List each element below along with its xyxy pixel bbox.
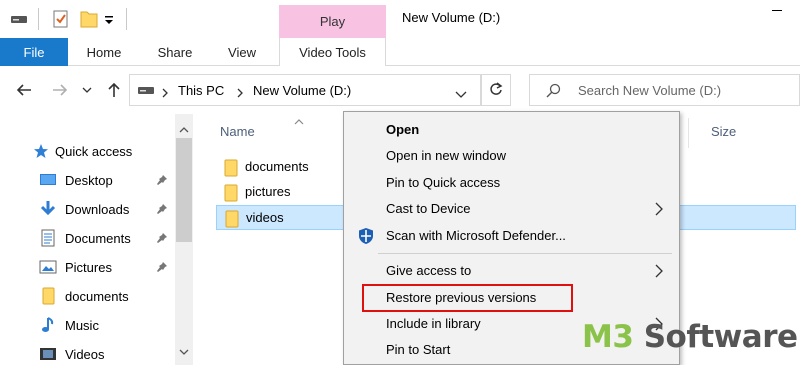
folder-icon <box>39 287 57 305</box>
address-bar[interactable]: This PC New Volume (D:) <box>129 74 481 106</box>
tab-file[interactable]: File <box>0 38 68 66</box>
watermark-part2: Software <box>633 319 798 355</box>
nav-item-downloads[interactable]: Downloads <box>0 195 175 223</box>
menu-item-label: Scan with Microsoft Defender... <box>386 228 566 243</box>
submenu-chevron-icon <box>655 202 663 219</box>
tab-share[interactable]: Share <box>146 38 204 66</box>
breadcrumb-this-pc[interactable]: This PC <box>178 83 224 98</box>
pin-icon[interactable] <box>156 203 168 218</box>
ribbon-tabs: File Home Share View Video Tools <box>0 38 800 67</box>
file-name: pictures <box>245 184 291 199</box>
recent-locations-chevron-icon[interactable] <box>80 80 94 100</box>
drive-icon <box>137 84 155 99</box>
pin-icon[interactable] <box>156 232 168 247</box>
nav-label: Documents <box>65 230 131 246</box>
menu-item-label: Include in library <box>386 316 481 331</box>
desktop-icon <box>39 171 57 189</box>
pin-icon[interactable] <box>156 261 168 276</box>
navigation-pane: Quick access Desktop Downloads Documents <box>0 114 196 365</box>
refresh-button[interactable] <box>481 74 511 106</box>
search-icon <box>545 83 561 102</box>
minimize-icon[interactable] <box>772 10 782 11</box>
nav-item-documents-folder[interactable]: documents <box>0 282 175 310</box>
nav-label: Videos <box>65 346 105 362</box>
menu-item-open-in-new-window[interactable]: Open in new window <box>344 143 679 169</box>
submenu-chevron-icon <box>655 264 663 281</box>
nav-label: Quick access <box>55 143 133 159</box>
nav-item-videos[interactable]: Videos <box>0 340 175 365</box>
up-arrow-icon[interactable] <box>104 80 124 100</box>
folder-icon <box>223 184 239 205</box>
search-box[interactable] <box>529 74 800 106</box>
new-folder-icon[interactable] <box>80 8 98 30</box>
videos-icon <box>39 345 57 363</box>
nav-label: Music <box>65 317 99 333</box>
star-icon <box>32 142 50 160</box>
customize-qat-icon[interactable] <box>103 8 115 30</box>
nav-item-pictures[interactable]: Pictures <box>0 253 175 281</box>
title-bar: Play New Volume (D:) <box>0 0 800 38</box>
folder-icon <box>223 159 239 180</box>
window-title: New Volume (D:) <box>402 10 501 25</box>
contextual-tab-play: Play <box>279 5 386 38</box>
nav-label: documents <box>65 288 129 304</box>
back-arrow-icon[interactable] <box>14 80 34 100</box>
watermark-part1: M3 <box>582 319 634 355</box>
watermark-logo: M3 Software <box>582 322 798 353</box>
nav-label: Downloads <box>65 201 130 217</box>
menu-item-scan-defender[interactable]: Scan with Microsoft Defender... <box>344 223 679 249</box>
file-name: videos <box>246 210 284 225</box>
forward-arrow-icon[interactable] <box>50 80 70 100</box>
pictures-icon <box>39 258 57 276</box>
music-icon <box>39 316 57 334</box>
refresh-icon <box>489 81 503 99</box>
breadcrumb-new-volume[interactable]: New Volume (D:) <box>253 83 351 98</box>
nav-item-music[interactable]: Music <box>0 311 175 339</box>
menu-item-label: Pin to Quick access <box>386 175 501 190</box>
nav-item-desktop[interactable]: Desktop <box>0 166 175 194</box>
menu-item-label: Give access to <box>386 263 472 278</box>
column-header-name[interactable]: Name <box>220 124 255 139</box>
menu-item-label: Pin to Start <box>386 342 451 357</box>
download-icon <box>39 200 57 218</box>
menu-item-pin-to-quick-access[interactable]: Pin to Quick access <box>344 170 679 196</box>
menu-separator <box>378 253 672 254</box>
navigation-bar: This PC New Volume (D:) <box>0 66 800 114</box>
tab-video-tools[interactable]: Video Tools <box>279 38 386 67</box>
qat-separator <box>38 8 39 30</box>
folder-icon <box>224 210 240 231</box>
menu-item-open[interactable]: Open <box>344 117 679 143</box>
column-divider[interactable] <box>688 118 689 148</box>
address-dropdown-chevron-icon[interactable] <box>455 87 467 102</box>
scroll-up-chevron-icon[interactable] <box>179 122 189 137</box>
nav-label: Pictures <box>65 259 112 275</box>
drive-icon[interactable] <box>10 8 28 30</box>
nav-item-quick-access[interactable]: Quick access <box>0 137 175 165</box>
tab-home[interactable]: Home <box>74 38 134 66</box>
pin-icon[interactable] <box>156 174 168 189</box>
menu-item-cast-to-device[interactable]: Cast to Device <box>344 196 679 222</box>
file-name: documents <box>245 159 309 174</box>
breadcrumb-chevron-icon[interactable] <box>161 86 169 101</box>
highlight-annotation-box <box>362 284 573 312</box>
column-header-size[interactable]: Size <box>711 124 736 139</box>
navpane-scrollbar[interactable] <box>175 114 193 365</box>
qat-separator <box>126 8 127 30</box>
menu-item-label: Cast to Device <box>386 201 471 216</box>
documents-icon <box>39 229 57 247</box>
tab-view[interactable]: View <box>214 38 270 66</box>
menu-item-label: Open in new window <box>386 148 506 163</box>
scroll-down-chevron-icon[interactable] <box>179 344 189 359</box>
nav-label: Desktop <box>65 172 113 188</box>
search-input[interactable] <box>578 75 793 105</box>
sort-ascending-icon <box>294 114 304 129</box>
nav-item-documents[interactable]: Documents <box>0 224 175 252</box>
breadcrumb-chevron-icon[interactable] <box>236 86 244 101</box>
menu-item-label: Open <box>386 122 420 137</box>
properties-icon[interactable] <box>52 8 70 30</box>
scrollbar-thumb[interactable] <box>176 138 192 242</box>
menu-item-give-access-to[interactable]: Give access to <box>344 258 679 284</box>
defender-shield-icon <box>357 227 375 248</box>
